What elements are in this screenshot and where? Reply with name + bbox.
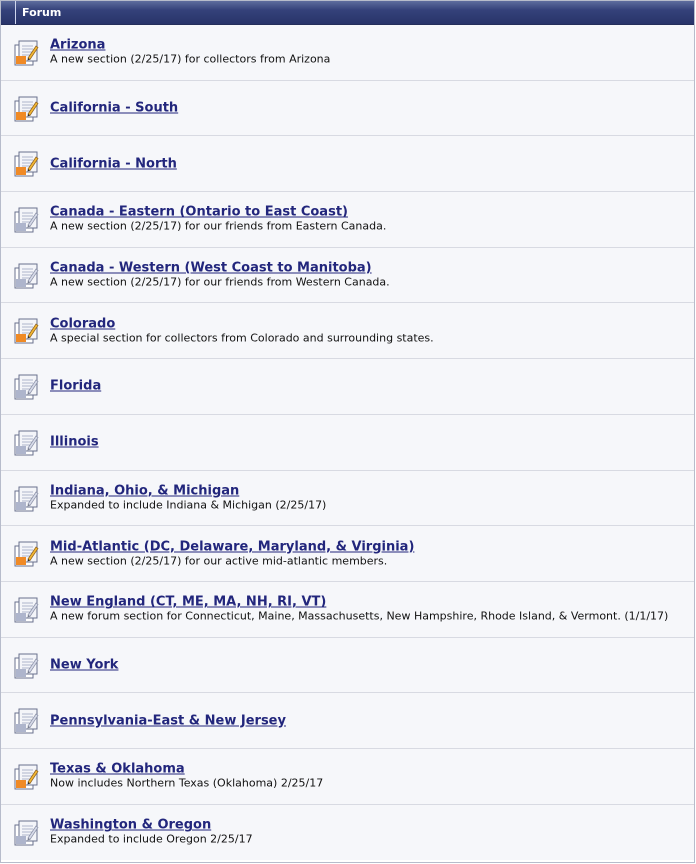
forum-title-link[interactable]: California - North — [50, 156, 690, 171]
forum-title-link[interactable]: Arizona — [50, 38, 690, 53]
forum-row-2: California - South — [1, 80, 694, 137]
forum-text: New York — [50, 657, 690, 672]
forum-row-5: Canada - Western (West Coast to Manitoba… — [1, 247, 694, 304]
forum-text: Mid-Atlantic (DC, Delaware, Maryland, & … — [50, 539, 690, 568]
forum-row-8: Illinois — [1, 414, 694, 471]
forum-title-link[interactable]: Canada - Eastern (Ontario to East Coast) — [50, 205, 690, 220]
forum-text: California - South — [50, 101, 690, 116]
forum-header-bar: Forum — [1, 1, 694, 25]
forum-no-new-posts-icon — [14, 207, 39, 233]
forum-row-9: Indiana, Ohio, & Michigan Expanded to in… — [1, 470, 694, 527]
forum-text: Pennsylvania-East & New Jersey — [50, 713, 690, 728]
forum-row-4: Canada - Eastern (Ontario to East Coast)… — [1, 192, 694, 248]
forum-no-new-posts-icon — [14, 708, 39, 734]
forum-no-new-posts-icon — [14, 820, 39, 846]
header-icon-column — [1, 1, 16, 24]
forum-title-link[interactable]: Washington & Oregon — [50, 818, 690, 833]
forum-text: Colorado A special section for collector… — [50, 316, 690, 345]
forum-text: Arizona A new section (2/25/17) for coll… — [50, 38, 690, 67]
forum-title-link[interactable]: Canada - Western (West Coast to Manitoba… — [50, 261, 690, 276]
forum-text: Texas & Oklahoma Now includes Northern T… — [50, 762, 690, 791]
forum-title-link[interactable]: California - South — [50, 101, 690, 116]
forum-new-posts-icon — [14, 151, 39, 177]
forum-row-1: Arizona A new section (2/25/17) for coll… — [1, 25, 694, 81]
forum-text: Indiana, Ohio, & Michigan Expanded to in… — [50, 483, 690, 512]
forum-no-new-posts-icon — [14, 653, 39, 679]
forum-description: Expanded to include Indiana & Michigan (… — [50, 498, 327, 512]
forum-no-new-posts-icon — [14, 430, 39, 456]
forum-row-10: Mid-Atlantic (DC, Delaware, Maryland, & … — [1, 526, 694, 582]
forum-new-posts-icon — [14, 541, 39, 567]
forum-row-12: New York — [1, 637, 694, 694]
forum-row-6: Colorado A special section for collector… — [1, 303, 694, 360]
forum-title-link[interactable]: Colorado — [50, 316, 690, 331]
forum-description: Now includes Northern Texas (Oklahoma) 2… — [50, 776, 324, 790]
forum-row-3: California - North — [1, 136, 694, 193]
forum-text: Canada - Eastern (Ontario to East Coast)… — [50, 205, 690, 234]
forum-description: A new forum section for Connecticut, Mai… — [50, 609, 669, 623]
forum-description: Expanded to include Oregon 2/25/17 — [50, 832, 253, 846]
forum-description: A new section (2/25/17) for our active m… — [50, 554, 388, 568]
forum-row-7: Florida — [1, 359, 694, 415]
forum-title-link[interactable]: Pennsylvania-East & New Jersey — [50, 713, 690, 728]
forum-rows: Arizona A new section (2/25/17) for coll… — [1, 25, 694, 861]
forum-title-link[interactable]: Florida — [50, 379, 690, 394]
forum-list-table: Forum Arizona A new section (2/25/17) fo… — [0, 0, 695, 863]
forum-text: California - North — [50, 156, 690, 171]
forum-row-13: Pennsylvania-East & New Jersey — [1, 693, 694, 749]
forum-title-link[interactable]: Illinois — [50, 435, 690, 450]
forum-row-11: New England (CT, ME, MA, NH, RI, VT) A n… — [1, 581, 694, 638]
forum-title-link[interactable]: Texas & Oklahoma — [50, 762, 690, 777]
forum-text: Illinois — [50, 435, 690, 450]
forum-no-new-posts-icon — [14, 263, 39, 289]
forum-title-link[interactable]: New York — [50, 657, 690, 672]
forum-text: Canada - Western (West Coast to Manitoba… — [50, 261, 690, 290]
forum-description: A special section for collectors from Co… — [50, 331, 434, 345]
header-title: Forum — [22, 6, 62, 19]
forum-new-posts-icon — [14, 764, 39, 790]
forum-row-14: Texas & Oklahoma Now includes Northern T… — [1, 748, 694, 805]
forum-title-link[interactable]: New England (CT, ME, MA, NH, RI, VT) — [50, 595, 690, 610]
forum-text: New England (CT, ME, MA, NH, RI, VT) A n… — [50, 595, 690, 624]
forum-no-new-posts-icon — [14, 374, 39, 400]
forum-no-new-posts-icon — [14, 486, 39, 511]
forum-row-15: Washington & Oregon Expanded to include … — [1, 804, 694, 861]
forum-text: Washington & Oregon Expanded to include … — [50, 818, 690, 847]
forum-new-posts-icon — [14, 318, 39, 344]
forum-title-link[interactable]: Mid-Atlantic (DC, Delaware, Maryland, & … — [50, 539, 690, 554]
forum-text: Florida — [50, 379, 690, 394]
forum-title-link[interactable]: Indiana, Ohio, & Michigan — [50, 483, 690, 498]
forum-description: A new section (2/25/17) for our friends … — [50, 275, 390, 289]
forum-new-posts-icon — [14, 40, 39, 66]
forum-no-new-posts-icon — [14, 597, 39, 623]
forum-description: A new section (2/25/17) for our friends … — [50, 219, 387, 233]
forum-new-posts-icon — [14, 96, 39, 122]
forum-description: A new section (2/25/17) for collectors f… — [50, 52, 331, 66]
